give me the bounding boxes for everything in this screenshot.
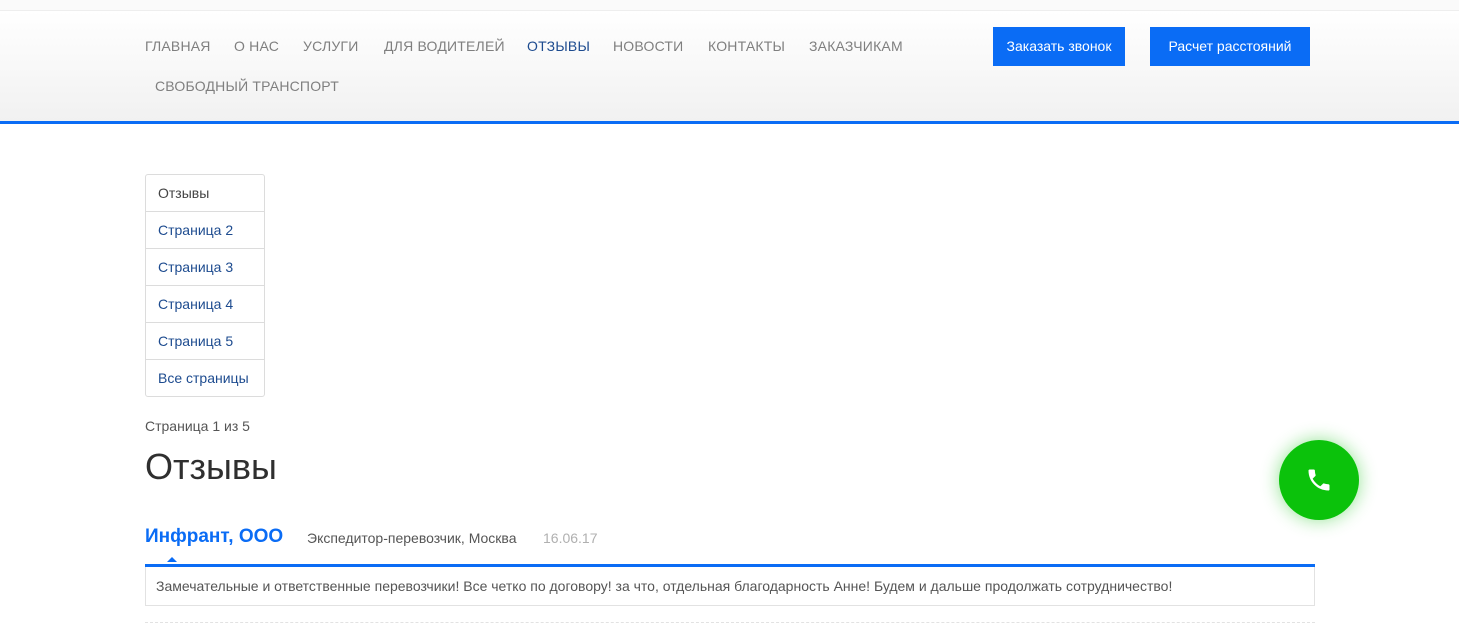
review-date: 16.06.17	[543, 530, 598, 546]
nav-item-contacts[interactable]: КОНТАКТЫ	[708, 38, 785, 54]
nav-item-customers[interactable]: ЗАКАЗЧИКАМ	[809, 38, 903, 54]
review-pointer	[167, 557, 177, 562]
subnav-item-all-pages[interactable]: Все страницы	[146, 359, 264, 396]
subnav-item-page-2[interactable]: Страница 2	[146, 211, 264, 248]
nav-item-home[interactable]: ГЛАВНАЯ	[145, 38, 211, 54]
subnav-item-page-5[interactable]: Страница 5	[146, 322, 264, 359]
distance-calc-button[interactable]: Расчет расстояний	[1150, 27, 1310, 66]
nav-item-about[interactable]: О НАС	[234, 38, 279, 54]
page-title: Отзывы	[145, 446, 277, 487]
call-button[interactable]	[1279, 440, 1359, 520]
order-call-button[interactable]: Заказать звонок	[993, 27, 1125, 66]
top-strip	[0, 0, 1459, 11]
nav-item-services[interactable]: УСЛУГИ	[303, 38, 358, 54]
subnav-item-page-4[interactable]: Страница 4	[146, 285, 264, 322]
site-header: ГЛАВНАЯ О НАС УСЛУГИ ДЛЯ ВОДИТЕЛЕЙ ОТЗЫВ…	[0, 11, 1459, 124]
nav-item-reviews[interactable]: ОТЗЫВЫ	[527, 38, 590, 54]
review-header: Инфрант, ООО Экспедитор-перевозчик, Моск…	[145, 526, 1315, 567]
review-company[interactable]: Инфрант, ООО	[145, 526, 283, 548]
page-counter: Страница 1 из 5	[145, 418, 250, 434]
nav-item-drivers[interactable]: ДЛЯ ВОДИТЕЛЕЙ	[384, 38, 505, 54]
nav-item-news[interactable]: НОВОСТИ	[613, 38, 683, 54]
subnav-item-page-3[interactable]: Страница 3	[146, 248, 264, 285]
subnav-item-reviews[interactable]: Отзывы	[146, 175, 264, 211]
review-text: Замечательные и ответственные перевозчик…	[145, 567, 1315, 606]
divider	[145, 622, 1315, 623]
nav-item-free-transport[interactable]: СВОБОДНЫЙ ТРАНСПОРТ	[155, 78, 339, 94]
review-meta: Экспедитор-перевозчик, Москва	[307, 530, 517, 546]
pages-subnav: Отзывы Страница 2 Страница 3 Страница 4 …	[145, 174, 265, 397]
